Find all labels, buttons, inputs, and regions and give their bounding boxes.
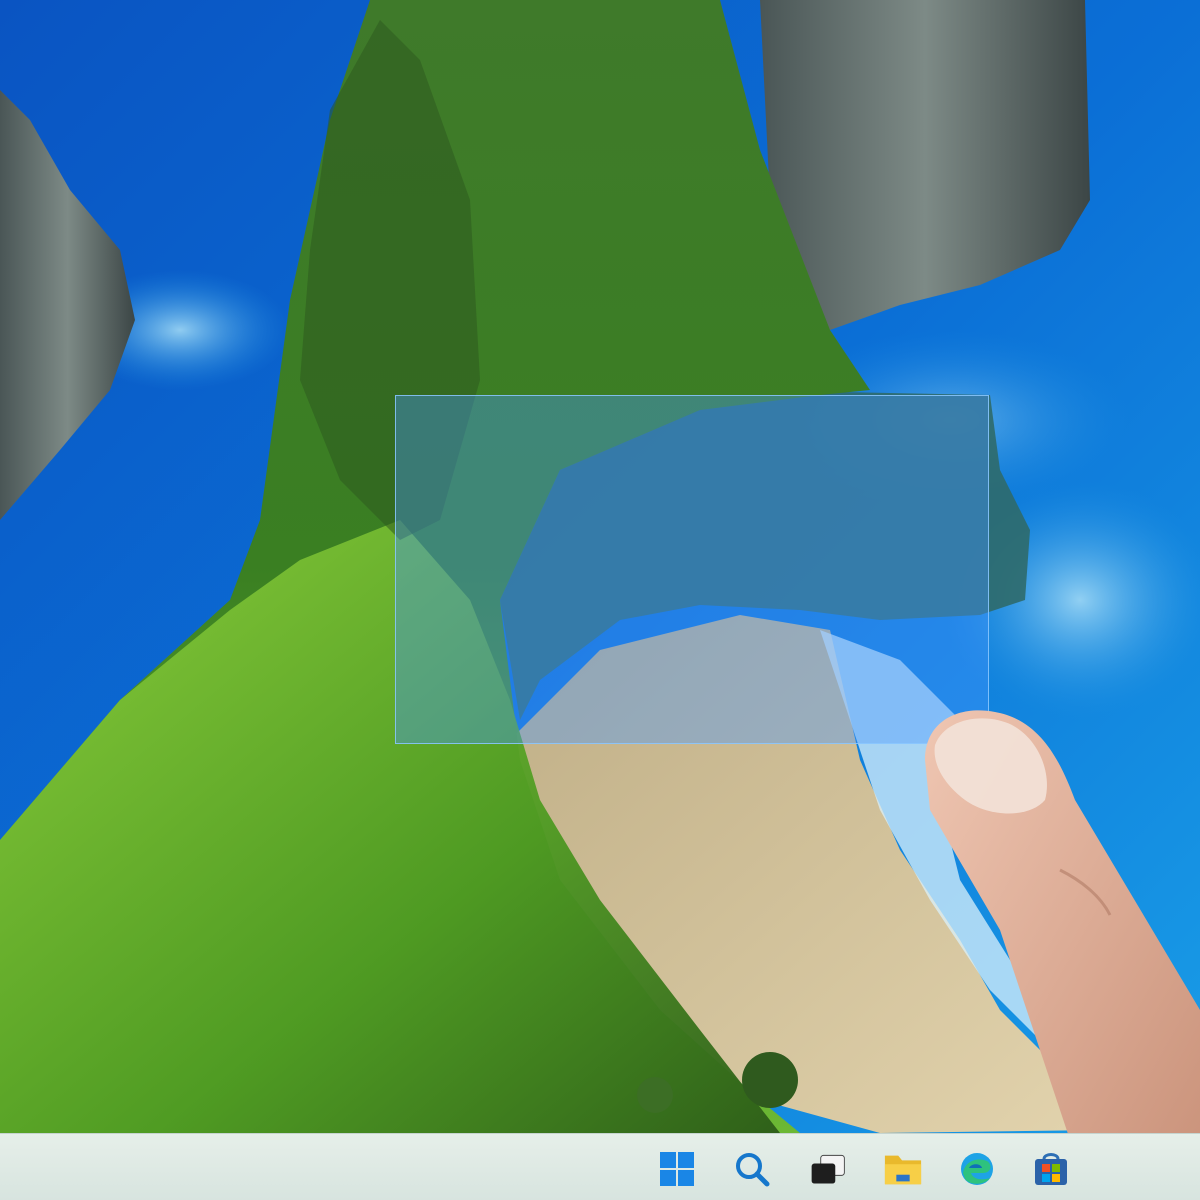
taskbar [0,1133,1200,1200]
search-button[interactable] [732,1151,772,1187]
selection-rectangle [395,395,989,744]
store-icon [1035,1153,1067,1185]
store-button[interactable] [1031,1151,1071,1187]
task-view-icon [811,1154,845,1184]
folder-icon [884,1155,922,1185]
desktop[interactable] [0,0,1200,1200]
file-explorer-button[interactable] [883,1151,923,1187]
windows-logo-icon [660,1152,694,1186]
task-view-button[interactable] [808,1151,848,1187]
search-icon [736,1153,770,1187]
edge-icon [961,1153,993,1185]
edge-button[interactable] [957,1151,997,1187]
start-button[interactable] [657,1151,697,1187]
